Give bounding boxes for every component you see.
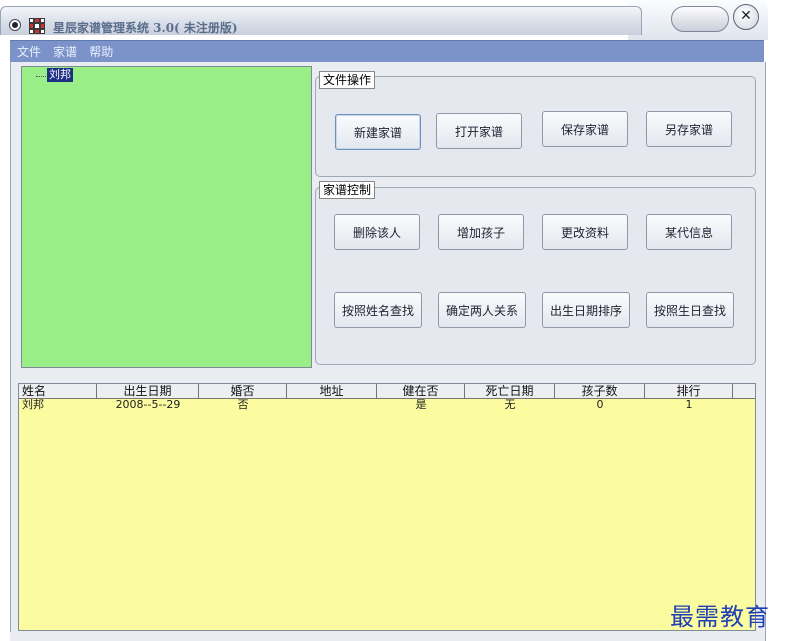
cell-married: 否 [237, 398, 249, 411]
minimize-button[interactable] [671, 6, 729, 32]
menu-file[interactable]: 文件 [17, 41, 41, 63]
col-married[interactable]: 婚否 [199, 384, 287, 398]
watermark: 最需教育 [670, 603, 770, 631]
generation-info-button[interactable]: 某代信息 [646, 214, 732, 250]
file-operations-label: 文件操作 [319, 71, 376, 89]
close-icon[interactable]: ✕ [733, 4, 759, 30]
col-name[interactable]: 姓名 [19, 384, 97, 398]
open-genealogy-button[interactable]: 打开家谱 [436, 113, 522, 149]
new-genealogy-button[interactable]: 新建家谱 [335, 114, 421, 150]
cell-name: 刘邦 [22, 398, 44, 411]
family-tree-view[interactable]: 刘邦 [21, 66, 312, 368]
col-children[interactable]: 孩子数 [555, 384, 645, 398]
col-filler [733, 384, 755, 398]
title-bar: 星辰家谱管理系统 3.0( 未注册版) [0, 6, 642, 35]
search-by-name-button[interactable]: 按照姓名查找 [334, 292, 422, 328]
col-alive[interactable]: 健在否 [377, 384, 465, 398]
cell-death-date: 无 [504, 398, 516, 411]
app-icon [29, 18, 45, 34]
table-header: 姓名 出生日期 婚否 地址 健在否 死亡日期 孩子数 排行 [19, 384, 755, 399]
col-address[interactable]: 地址 [287, 384, 377, 398]
app-window: 星辰家谱管理系统 3.0( 未注册版) ✕ 文件 家谱 帮助 刘邦 文件操作 新… [0, 0, 768, 641]
col-rank[interactable]: 排行 [645, 384, 733, 398]
system-menu-icon[interactable] [9, 19, 21, 31]
cell-rank: 1 [685, 398, 693, 411]
cell-children: 0 [596, 398, 604, 411]
search-by-birthday-button[interactable]: 按照生日查找 [646, 292, 734, 328]
menu-genealogy[interactable]: 家谱 [53, 41, 77, 63]
menu-help[interactable]: 帮助 [89, 41, 113, 63]
sort-by-birth-button[interactable]: 出生日期排序 [542, 292, 630, 328]
add-child-button[interactable]: 增加孩子 [438, 214, 524, 250]
cell-birth-date: 2008--5--29 [115, 398, 181, 411]
col-death-date[interactable]: 死亡日期 [465, 384, 555, 398]
tree-connector [36, 76, 46, 77]
delete-person-button[interactable]: 删除该人 [334, 214, 420, 250]
member-table[interactable]: 姓名 出生日期 婚否 地址 健在否 死亡日期 孩子数 排行 刘邦 2008--5… [18, 383, 756, 631]
save-as-genealogy-button[interactable]: 另存家谱 [646, 111, 732, 147]
edit-info-button[interactable]: 更改资料 [542, 214, 628, 250]
cell-alive: 是 [415, 398, 427, 411]
col-birth-date[interactable]: 出生日期 [97, 384, 199, 398]
tree-node-root[interactable]: 刘邦 [47, 68, 73, 82]
menu-bar: 文件 家谱 帮助 [10, 40, 764, 63]
relationship-button[interactable]: 确定两人关系 [438, 292, 526, 328]
genealogy-control-label: 家谱控制 [319, 181, 376, 199]
window-bottom-edge [10, 632, 764, 641]
window-title: 星辰家谱管理系统 3.0( 未注册版) [53, 21, 238, 35]
save-genealogy-button[interactable]: 保存家谱 [542, 111, 628, 147]
